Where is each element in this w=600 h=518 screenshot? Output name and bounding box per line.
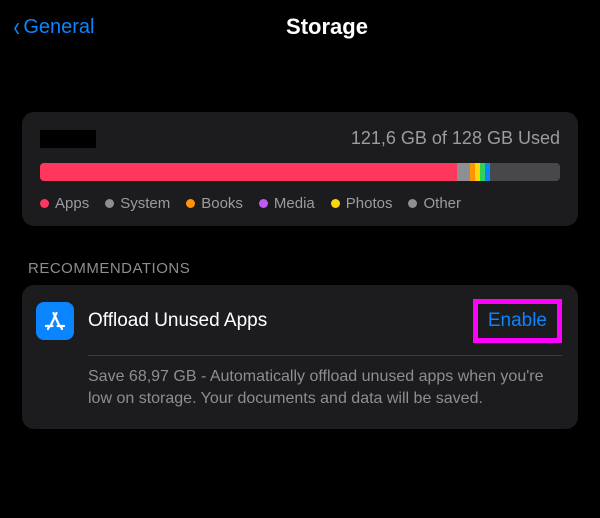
legend-item-photos: Photos (331, 195, 393, 212)
header-bar: ‹ General Storage (0, 0, 600, 54)
redacted-block (232, 16, 282, 38)
legend-item-system: System (105, 195, 170, 212)
legend-label: Other (423, 195, 461, 212)
legend-dot-icon (186, 199, 195, 208)
storage-usage-text: 121,6 GB of 128 GB Used (351, 128, 560, 149)
app-store-icon (36, 302, 74, 340)
page-title: Storage (286, 14, 368, 40)
legend-dot-icon (408, 199, 417, 208)
storage-segment-system (457, 163, 469, 181)
storage-segment-apps (40, 163, 457, 181)
legend-dot-icon (40, 199, 49, 208)
legend-label: Books (201, 195, 243, 212)
enable-button[interactable]: Enable (488, 310, 547, 332)
legend-item-books: Books (186, 195, 243, 212)
storage-segment-free (490, 163, 560, 181)
back-label: General (23, 16, 94, 39)
storage-card: 121,6 GB of 128 GB Used Apps System Books M… (22, 112, 578, 226)
legend-dot-icon (331, 199, 340, 208)
storage-legend: Apps System Books Media Photos Other (40, 195, 560, 212)
storage-bar (40, 163, 560, 181)
legend-item-other: Other (408, 195, 461, 212)
redacted-device-name (40, 130, 96, 148)
back-button[interactable]: ‹ General (12, 13, 94, 41)
recommendation-description: Save 68,97 GB - Automatically offload un… (88, 366, 562, 411)
legend-label: System (120, 195, 170, 212)
legend-dot-icon (259, 199, 268, 208)
legend-item-media: Media (259, 195, 315, 212)
legend-label: Photos (346, 195, 393, 212)
legend-dot-icon (105, 199, 114, 208)
legend-label: Apps (55, 195, 89, 212)
legend-label: Media (274, 195, 315, 212)
divider (88, 355, 562, 356)
highlight-box: Enable (473, 299, 562, 343)
recommendations-header: RECOMMENDATIONS (22, 260, 578, 277)
recommendation-title: Offload Unused Apps (88, 310, 473, 332)
recommendation-card[interactable]: Offload Unused Apps Enable Save 68,97 GB… (22, 285, 578, 429)
chevron-left-icon: ‹ (13, 13, 20, 41)
title-wrap: Storage (232, 14, 368, 40)
legend-item-apps: Apps (40, 195, 89, 212)
